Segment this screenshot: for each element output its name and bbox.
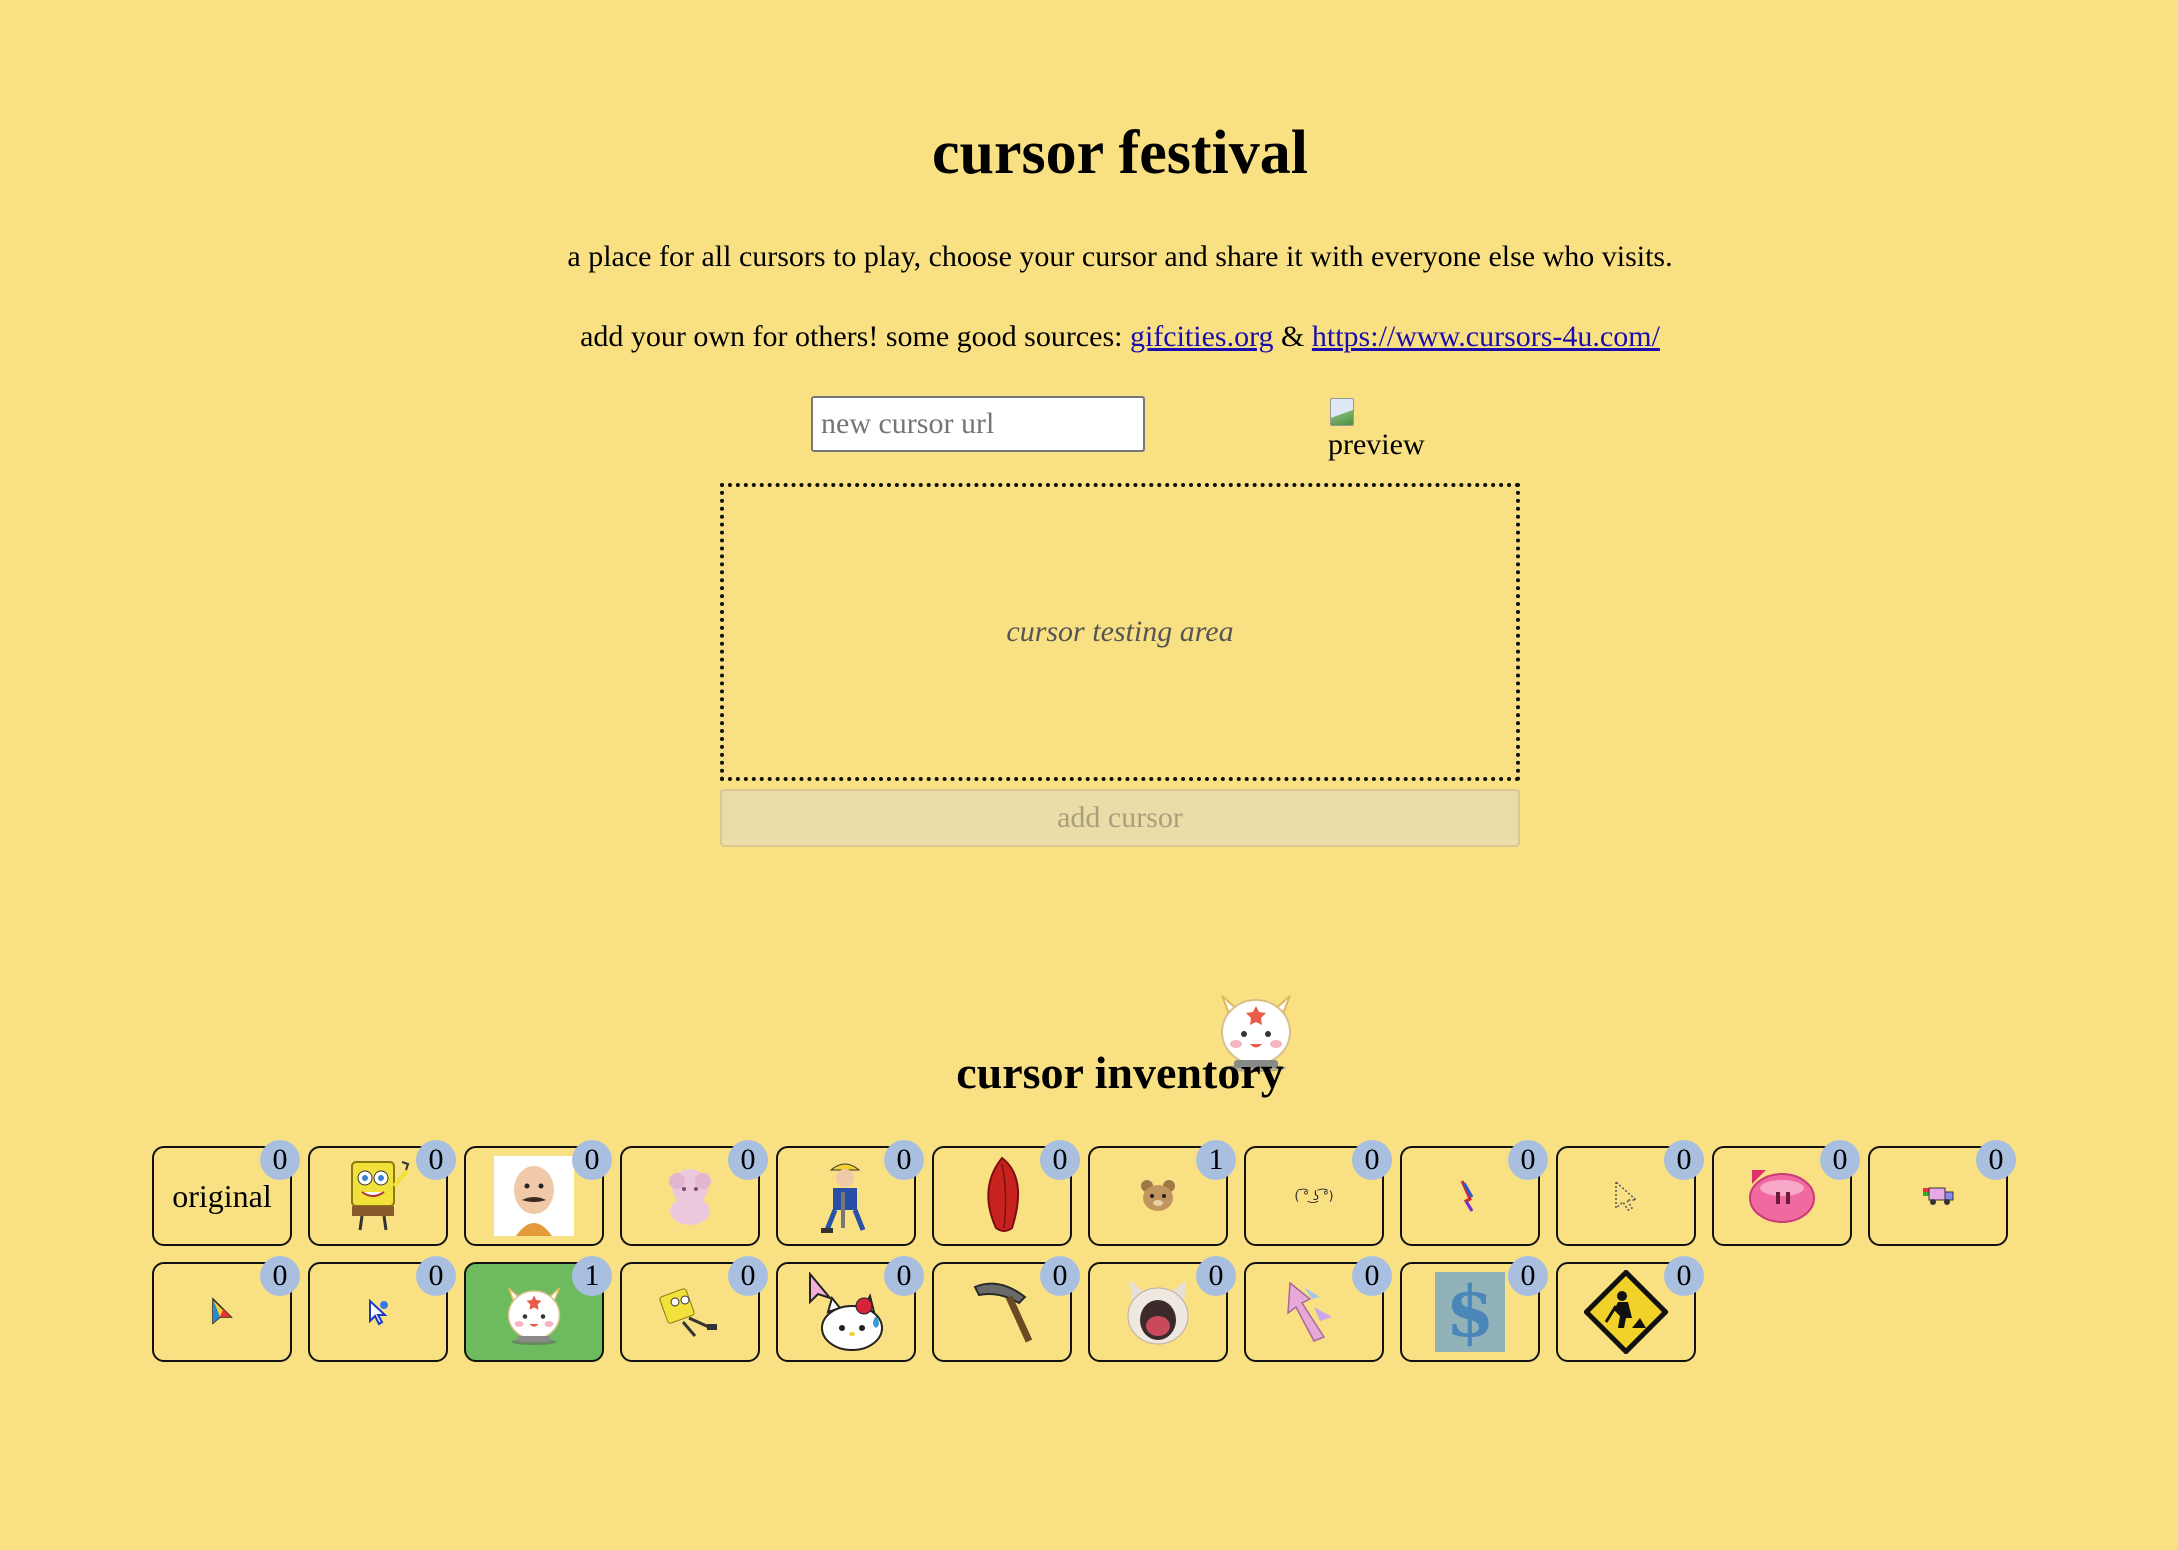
usage-count-badge: 0 (1040, 1140, 1080, 1180)
cursor-tile-original[interactable]: original 0 (152, 1140, 300, 1246)
cursor-tile-construction-worker[interactable]: 0 (776, 1140, 924, 1246)
cursor-tile-spongebob-running[interactable]: 0 (620, 1256, 768, 1362)
testing-area-label: cursor testing area (1006, 615, 1234, 648)
inventory-heading: cursor inventory (956, 1047, 1284, 1098)
page-title: cursor festival (932, 119, 1308, 187)
cursors-4u-link[interactable]: https://www.cursors-4u.com/ (1312, 320, 1660, 353)
construction-sign-icon (1584, 1270, 1668, 1354)
gifcities-link[interactable]: gifcities.org (1130, 320, 1274, 353)
cursor-tile-rainbow-pointer[interactable]: 0 (1400, 1140, 1548, 1246)
tagline: a place for all cursors to play, choose … (567, 240, 1673, 273)
cursor-tile-pink-blob[interactable]: 0 (1712, 1140, 1860, 1246)
sources-ampersand: & (1273, 320, 1312, 353)
usage-count-badge: 0 (1352, 1140, 1392, 1180)
usage-count-badge: 0 (728, 1256, 768, 1296)
rainbow-pointer-icon (1460, 1180, 1474, 1212)
usage-count-badge: 0 (1820, 1140, 1860, 1180)
cursor-tile-kaomoji[interactable]: ( ͡° ͜ʖ ͡°) 0 (1244, 1140, 1392, 1246)
add-cursor-button[interactable]: add cursor (720, 789, 1520, 847)
usage-count-badge: 0 (416, 1140, 456, 1180)
usage-count-badge: 0 (260, 1256, 300, 1296)
usage-count-badge: 0 (1196, 1256, 1236, 1296)
kaomoji-icon: ( ͡° ͜ʖ ͡°) (1295, 1188, 1334, 1203)
preview-alt-text: preview (1328, 428, 1425, 461)
cursor-tile-blue-arrow[interactable]: 0 (308, 1256, 456, 1362)
usage-count-badge: 1 (572, 1256, 612, 1296)
sources-line: add your own for others! some good sourc… (0, 320, 2178, 354)
usage-count-badge: 0 (1352, 1256, 1392, 1296)
usage-count-badge: 1 (1196, 1140, 1236, 1180)
cursor-tile-color-arrow[interactable]: 0 (152, 1256, 300, 1362)
cursor-tile-hello-kitty[interactable]: 0 (776, 1256, 924, 1362)
cursor-tile-bunny-angel[interactable]: 1 (464, 1256, 612, 1362)
screaming-cat-icon (1127, 1280, 1189, 1345)
blue-dollar-icon: $ (1435, 1272, 1505, 1352)
bunny-angel-icon (507, 1287, 561, 1345)
usage-count-badge: 0 (1508, 1256, 1548, 1296)
color-arrow-icon (212, 1297, 233, 1325)
teddy-bear-icon (1141, 1180, 1175, 1211)
construction-worker-icon (821, 1163, 866, 1233)
svg-text:$: $ (1446, 1272, 1495, 1352)
cursor-tile-pickaxe[interactable]: 0 (932, 1256, 1080, 1362)
spongebob-icon (351, 1161, 410, 1231)
nyan-truck-icon (1923, 1187, 1954, 1205)
new-cursor-url-input[interactable] (811, 396, 1145, 452)
cursor-tile-pink-sheep[interactable]: 0 (620, 1140, 768, 1246)
usage-count-badge: 0 (1508, 1140, 1548, 1180)
pastel-arrow-icon (1287, 1281, 1332, 1342)
broken-image-icon (1328, 396, 1360, 428)
usage-count-badge: 0 (1664, 1256, 1704, 1296)
cursor-tile-bald-man[interactable]: 0 (464, 1140, 612, 1246)
usage-count-badge: 0 (884, 1140, 924, 1180)
pink-sheep-icon (669, 1169, 711, 1225)
cursor-tile-spongebob[interactable]: 0 (308, 1140, 456, 1246)
cursor-testing-area[interactable]: cursor testing area (720, 483, 1520, 781)
svg-text:( ͡° ͜ʖ ͡°): ( ͡° ͜ʖ ͡°) (1295, 1188, 1334, 1203)
dotted-arrow-icon (1615, 1180, 1638, 1211)
usage-count-badge: 0 (1664, 1140, 1704, 1180)
bald-man-icon (494, 1156, 574, 1236)
red-feather-icon (987, 1156, 1019, 1232)
cursor-preview: preview (1328, 396, 1425, 462)
cursor-inventory-grid: original 0 0 0 0 0 0 1 (͡° ͜ʖ ͡°) 0 0 0… (152, 1140, 2032, 1362)
usage-count-badge: 0 (884, 1256, 924, 1296)
sources-prefix: add your own for others! some good sourc… (580, 320, 1130, 353)
pickaxe-icon (973, 1282, 1033, 1343)
usage-count-badge: 0 (728, 1140, 768, 1180)
cursor-tile-blue-dollar[interactable]: $ 0 (1400, 1256, 1548, 1362)
cursor-tile-red-feather[interactable]: 0 (932, 1140, 1080, 1246)
tile-label: original (172, 1177, 272, 1214)
usage-count-badge: 0 (1976, 1140, 2016, 1180)
spongebob-running-icon (659, 1288, 717, 1337)
blue-arrow-icon (369, 1298, 388, 1326)
cursor-tile-construction-sign[interactable]: 0 (1556, 1256, 1704, 1362)
cursor-tile-teddy-bear[interactable]: 1 (1088, 1140, 1236, 1246)
cursor-tile-pastel-arrow[interactable]: 0 (1244, 1256, 1392, 1362)
usage-count-badge: 0 (1040, 1256, 1080, 1296)
hello-kitty-icon (809, 1272, 883, 1351)
usage-count-badge: 0 (416, 1256, 456, 1296)
usage-count-badge: 0 (260, 1140, 300, 1180)
cursor-tile-nyan-truck[interactable]: 0 (1868, 1140, 2016, 1246)
cursor-tile-screaming-cat[interactable]: 0 (1088, 1256, 1236, 1362)
pink-blob-icon (1749, 1170, 1815, 1223)
usage-count-badge: 0 (572, 1140, 612, 1180)
cursor-tile-dotted-arrow[interactable]: 0 (1556, 1140, 1704, 1246)
